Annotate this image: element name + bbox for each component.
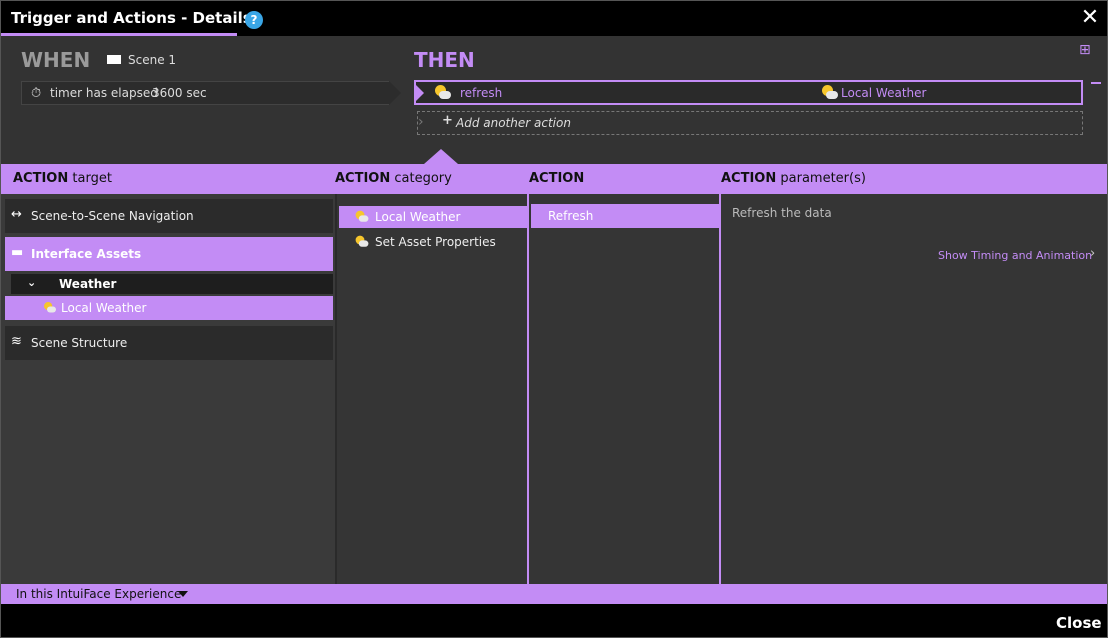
scope-bar: In this IntuiFace Experience xyxy=(1,584,1107,604)
weather-icon xyxy=(355,235,369,249)
chevron-right-icon[interactable]: › xyxy=(1090,246,1095,261)
title-bar: Trigger and Actions - Details ? ✕ xyxy=(1,1,1107,36)
category-label: Local Weather xyxy=(375,210,461,224)
parameters-description: Refresh the data xyxy=(732,206,832,220)
category-label: Set Asset Properties xyxy=(375,235,496,249)
trigger-text: timer has elapsed xyxy=(50,86,158,100)
assets-icon: ▬ xyxy=(11,245,24,260)
header-category: ACTION category xyxy=(335,171,452,186)
editor-header: ACTION target ACTION category ACTION ACT… xyxy=(1,164,1107,194)
category-item-set-asset-properties[interactable]: Set Asset Properties xyxy=(339,231,529,253)
bottom-bar: Close xyxy=(1,604,1107,637)
then-label: THEN xyxy=(414,48,475,72)
navigation-arrows-icon: ↔ xyxy=(11,207,22,222)
target-group-weather[interactable]: ⌄ Weather xyxy=(11,274,333,294)
chevron-down-icon: ⌄ xyxy=(27,276,37,289)
header-action: ACTION xyxy=(529,171,585,186)
target-item-scene-structure[interactable]: ≋ Scene Structure xyxy=(5,326,333,360)
target-label: Interface Assets xyxy=(31,247,142,261)
plus-icon: + xyxy=(442,113,453,128)
trigger-arrow xyxy=(389,81,401,105)
action-name: refresh xyxy=(460,86,503,100)
category-item-local-weather[interactable]: Local Weather xyxy=(339,206,529,228)
selection-pointer xyxy=(424,149,458,164)
weather-icon xyxy=(43,302,57,314)
trigger-actions-dialog: Trigger and Actions - Details ? ✕ WHEN S… xyxy=(0,0,1108,638)
layers-icon: ≋ xyxy=(11,334,22,349)
target-item-local-weather[interactable]: Local Weather xyxy=(5,296,333,320)
target-label: Scene-to-Scene Navigation xyxy=(31,209,194,223)
when-label: WHEN xyxy=(21,48,91,72)
timing-animation-link[interactable]: Show Timing and Animation xyxy=(938,249,1092,262)
parameters-column: Refresh the data Show Timing and Animati… xyxy=(721,194,1107,584)
action-item-refresh[interactable]: Refresh xyxy=(531,204,719,228)
header-target: ACTION target xyxy=(13,171,112,186)
trigger-row[interactable]: ⏱ timer has elapsed 3600 sec xyxy=(21,81,401,105)
remove-action-button[interactable] xyxy=(1091,82,1101,84)
trigger-value: 3600 sec xyxy=(152,86,207,100)
close-button[interactable]: Close xyxy=(1056,614,1102,632)
weather-icon xyxy=(355,210,369,224)
close-icon[interactable]: ✕ xyxy=(1079,7,1101,29)
category-column: Local Weather Set Asset Properties xyxy=(335,194,529,584)
scene-label: Scene 1 xyxy=(128,53,177,67)
rule-summary: WHEN Scene 1 ⏱ timer has elapsed 3600 se… xyxy=(1,36,1107,164)
group-label: Weather xyxy=(59,277,117,291)
target-column: ↔ Scene-to-Scene Navigation ▬ Interface … xyxy=(1,194,335,584)
help-icon[interactable]: ? xyxy=(245,11,263,29)
add-row-notch: › xyxy=(418,114,424,130)
add-action-row[interactable]: › + Add another action xyxy=(417,111,1083,135)
scope-dropdown[interactable]: In this IntuiFace Experience xyxy=(16,587,181,601)
action-row-selected[interactable]: refresh Local Weather xyxy=(414,80,1083,105)
weather-icon xyxy=(821,85,839,101)
target-label: Local Weather xyxy=(61,301,147,315)
target-label: Scene Structure xyxy=(31,336,128,350)
grid-icon[interactable]: ⊞ xyxy=(1079,43,1097,57)
target-item-interface-assets[interactable]: ▬ Interface Assets xyxy=(5,237,333,271)
weather-icon xyxy=(434,85,452,101)
add-action-label: Add another action xyxy=(456,116,571,130)
action-label: Refresh xyxy=(548,209,594,223)
dropdown-arrow-icon[interactable] xyxy=(178,591,188,597)
action-target: Local Weather xyxy=(841,86,927,100)
header-parameters: ACTION parameter(s) xyxy=(721,171,866,186)
action-column: Refresh xyxy=(529,194,721,584)
scene-icon xyxy=(107,55,121,64)
target-item-navigation[interactable]: ↔ Scene-to-Scene Navigation xyxy=(5,199,333,233)
dialog-title: Trigger and Actions - Details xyxy=(11,9,252,27)
action-row-notch xyxy=(415,84,424,102)
timer-icon: ⏱ xyxy=(31,86,42,101)
